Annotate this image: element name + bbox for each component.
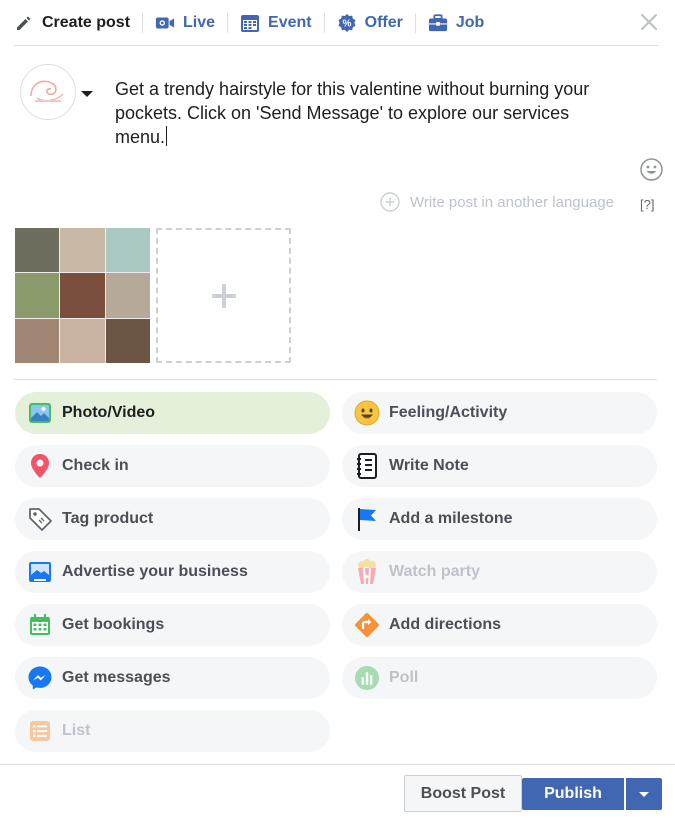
flag-icon: [354, 506, 380, 532]
tab-event-label: Event: [268, 14, 312, 31]
tab-job[interactable]: Job: [416, 0, 496, 46]
poll-button[interactable]: Poll: [342, 657, 657, 699]
advertise-business-button[interactable]: Advertise your business: [15, 551, 330, 593]
add-milestone-button[interactable]: Add a milestone: [342, 498, 657, 540]
add-milestone-label: Add a milestone: [389, 510, 513, 527]
boost-post-button[interactable]: Boost Post: [404, 775, 522, 812]
tab-create-post[interactable]: Create post: [14, 0, 142, 46]
tab-event[interactable]: Event: [228, 0, 324, 46]
salon-logo-icon: [30, 80, 64, 102]
watch-party-button[interactable]: Watch party: [342, 551, 657, 593]
collage-tile: [15, 228, 60, 273]
text-cursor: [166, 126, 168, 146]
popcorn-icon: [354, 559, 380, 585]
photo-video-button[interactable]: Photo/Video: [15, 392, 330, 434]
feeling-activity-label: Feeling/Activity: [389, 404, 508, 421]
list-label: List: [62, 722, 91, 739]
poll-label: Poll: [389, 669, 419, 686]
write-in-language-label: Write post in another language: [410, 193, 615, 211]
collage-tile: [105, 228, 150, 273]
write-note-button[interactable]: Write Note: [342, 445, 657, 487]
advertise-screen-icon: [27, 559, 53, 585]
briefcase-icon: [428, 13, 448, 33]
calendar-icon: [240, 13, 260, 33]
price-tag-icon: [27, 506, 53, 532]
section-divider: [14, 379, 657, 380]
collage-tile: [60, 273, 105, 318]
feeling-activity-button[interactable]: Feeling/Activity: [342, 392, 657, 434]
tab-live-label: Live: [183, 14, 216, 31]
composer-tabs: Create post Live Event % Offer Job: [0, 0, 675, 46]
post-text-input[interactable]: Get a trendy hairstyle for this valentin…: [115, 77, 595, 149]
get-messages-button[interactable]: Get messages: [15, 657, 330, 699]
collage-tile: [105, 273, 150, 318]
caret-down-icon: [81, 91, 93, 97]
notebook-icon: [354, 453, 380, 479]
svg-text:%: %: [342, 19, 351, 30]
offer-badge-icon: %: [337, 13, 357, 33]
plus-icon: [211, 283, 236, 308]
add-directions-button[interactable]: Add directions: [342, 604, 657, 646]
tabs-divider: [14, 45, 659, 46]
bookings-calendar-icon: [27, 612, 53, 638]
tag-product-label: Tag product: [62, 510, 154, 527]
check-in-label: Check in: [62, 457, 129, 474]
directions-icon: [354, 612, 380, 638]
add-photo-button[interactable]: [156, 228, 291, 363]
write-note-label: Write Note: [389, 457, 469, 474]
messenger-icon: [27, 665, 53, 691]
photo-video-label: Photo/Video: [62, 404, 156, 421]
tab-create-post-label: Create post: [42, 14, 131, 31]
pencil-icon: [14, 13, 34, 33]
check-in-button[interactable]: Check in: [15, 445, 330, 487]
smiley-icon: [640, 158, 663, 181]
get-bookings-label: Get bookings: [62, 616, 165, 633]
list-icon: [27, 718, 53, 744]
collage-tile: [60, 228, 105, 273]
page-avatar[interactable]: [20, 64, 76, 120]
add-circle-icon: [380, 192, 400, 212]
close-icon: [640, 13, 658, 31]
close-button[interactable]: [637, 10, 661, 34]
chevron-down-icon: [639, 792, 649, 797]
live-video-icon: [155, 13, 175, 33]
feeling-smiley-icon: [354, 400, 380, 426]
collage-tile: [15, 318, 60, 363]
collage-tile: [60, 318, 105, 363]
write-in-language-link[interactable]: Write post in another language: [380, 192, 614, 212]
tag-product-button[interactable]: Tag product: [15, 498, 330, 540]
get-bookings-button[interactable]: Get bookings: [15, 604, 330, 646]
post-text-content: Get a trendy hairstyle for this valentin…: [115, 79, 590, 147]
tab-offer[interactable]: % Offer: [325, 0, 415, 46]
attached-photo-thumbnail[interactable]: [15, 228, 150, 363]
watch-party-label: Watch party: [389, 563, 480, 580]
emoji-button[interactable]: [640, 158, 663, 181]
photo-icon: [27, 400, 53, 426]
poll-chart-icon: [354, 665, 380, 691]
audience-dropdown[interactable]: [80, 86, 94, 97]
collage-tile: [15, 273, 60, 318]
tab-offer-label: Offer: [364, 14, 403, 31]
help-link[interactable]: [?]: [640, 197, 654, 212]
list-button[interactable]: List: [15, 710, 330, 752]
add-directions-label: Add directions: [389, 616, 502, 633]
publish-options-dropdown[interactable]: [626, 778, 662, 810]
footer-divider: [0, 764, 675, 765]
location-pin-icon: [27, 453, 53, 479]
collage-tile: [105, 318, 150, 363]
tab-live[interactable]: Live: [143, 0, 227, 46]
get-messages-label: Get messages: [62, 669, 171, 686]
advertise-business-label: Advertise your business: [62, 563, 248, 580]
publish-button[interactable]: Publish: [522, 778, 624, 810]
tab-job-label: Job: [455, 14, 485, 31]
